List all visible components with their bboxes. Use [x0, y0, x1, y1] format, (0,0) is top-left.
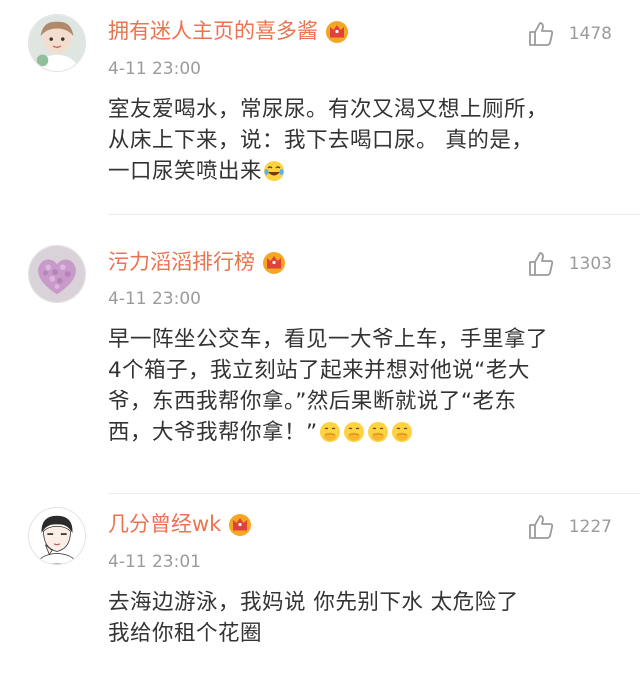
holding-mouth-emoji-icon [319, 421, 341, 443]
vip-crown-icon [324, 18, 350, 44]
like-count: 1478 [568, 24, 612, 44]
user-avatar[interactable] [28, 507, 86, 565]
comment-divider [108, 493, 640, 494]
comment-text-line: 从床上下来，说：我下去喝口尿。 真的是， [108, 128, 534, 153]
thumbs-up-icon [527, 250, 555, 278]
laugh-cry-emoji-icon [263, 160, 285, 182]
comment-text-line: 西，大爷我帮你拿！” [108, 420, 318, 445]
comment-text-line: 我给你租个花圈 [108, 621, 263, 646]
comment-text-line: 室友爱喝水，常尿尿。有次又渴又想上厕所， [108, 97, 549, 122]
holding-mouth-emoji-icon [367, 421, 389, 443]
username-text: 几分曾经wk [108, 512, 222, 536]
comment-time: 4-11 23:00 [108, 59, 201, 79]
comment-divider [108, 214, 640, 215]
username[interactable]: 几分曾经wk [108, 510, 253, 538]
vip-crown-icon [227, 511, 253, 537]
user-avatar[interactable] [28, 14, 86, 72]
comment-text: 去海边游泳，我妈说 你先别下水 太危险了 我给你租个花圈 [108, 587, 618, 649]
username-text: 污力滔滔排行榜 [108, 250, 255, 274]
comment-text: 室友爱喝水，常尿尿。有次又渴又想上厕所， 从床上下来，说：我下去喝口尿。 真的是… [108, 94, 618, 187]
like-button[interactable]: 1303 [527, 250, 612, 278]
thumbs-up-icon [527, 20, 555, 48]
comment-text-line: 一口尿笑喷出来 [108, 159, 263, 184]
like-count: 1303 [568, 254, 612, 274]
holding-mouth-emoji-icon [391, 421, 413, 443]
like-button[interactable]: 1478 [527, 20, 612, 48]
comment-text-line: 去海边游泳，我妈说 你先别下水 太危险了 [108, 590, 519, 615]
comment-text-line: 爷，东西我帮你拿。”然后果断就说了“老东 [108, 389, 517, 414]
thumbs-up-icon [527, 513, 555, 541]
username-text: 拥有迷人主页的喜多酱 [108, 19, 318, 43]
comment-text-line-with-emoji: 西，大爷我帮你拿！” [108, 417, 618, 448]
username[interactable]: 污力滔滔排行榜 [108, 248, 287, 276]
comment-time: 4-11 23:00 [108, 289, 201, 309]
comment-text-line-with-emoji: 一口尿笑喷出来 [108, 156, 618, 187]
like-count: 1227 [568, 517, 612, 537]
comment-text-line: 4个箱子，我立刻站了起来并想对他说“老大 [108, 358, 530, 383]
username[interactable]: 拥有迷人主页的喜多酱 [108, 17, 350, 45]
like-button[interactable]: 1227 [527, 513, 612, 541]
comment-time: 4-11 23:01 [108, 552, 201, 572]
comment-text-line: 早一阵坐公交车，看见一大爷上车，手里拿了 [108, 327, 549, 352]
user-avatar[interactable] [28, 245, 86, 303]
holding-mouth-emoji-icon [343, 421, 365, 443]
vip-crown-icon [261, 249, 287, 275]
comment-text: 早一阵坐公交车，看见一大爷上车，手里拿了 4个箱子，我立刻站了起来并想对他说“老… [108, 324, 618, 448]
